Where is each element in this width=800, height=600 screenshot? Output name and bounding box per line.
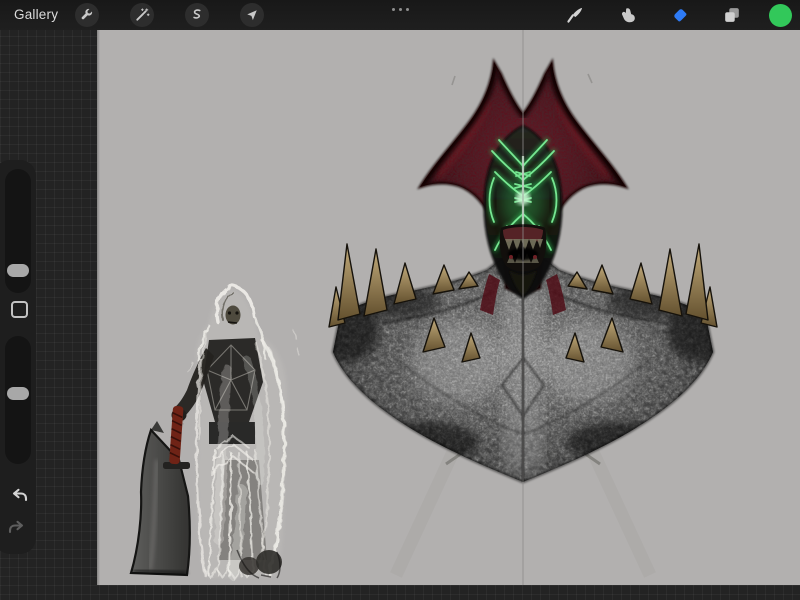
undo-arrow-icon <box>7 484 29 506</box>
drawing-canvas[interactable] <box>97 30 800 585</box>
transform-button[interactable] <box>240 3 264 27</box>
brush-icon <box>565 5 585 25</box>
opacity-handle[interactable] <box>7 387 29 400</box>
smudge-finger-icon <box>618 5 638 25</box>
sketch-tick-marks <box>452 74 592 85</box>
ghost-sword <box>131 406 190 575</box>
selection-s-icon <box>189 7 205 23</box>
wrench-icon <box>79 7 95 23</box>
opacity-slider[interactable] <box>5 336 31 464</box>
paint-tool-button[interactable] <box>563 3 587 27</box>
ghost-face <box>226 306 241 325</box>
magic-wand-icon <box>134 7 150 23</box>
artwork <box>97 30 800 585</box>
sidebar-panel <box>0 160 36 554</box>
actions-button[interactable] <box>75 3 99 27</box>
smudge-tool-button[interactable] <box>616 3 640 27</box>
layers-icon <box>722 5 742 25</box>
ghost-belt <box>209 422 255 444</box>
redo-button[interactable] <box>7 516 29 538</box>
eraser-tool-button[interactable] <box>668 3 692 27</box>
undo-button[interactable] <box>7 484 29 506</box>
modify-button[interactable] <box>11 301 28 318</box>
selection-button[interactable] <box>185 3 209 27</box>
sword-blade <box>131 430 190 575</box>
brush-size-handle[interactable] <box>7 264 29 277</box>
app-background: Gallery <box>0 0 800 600</box>
gallery-button[interactable]: Gallery <box>14 0 58 30</box>
adjustments-button[interactable] <box>130 3 154 27</box>
color-swatch-circle[interactable] <box>769 4 792 27</box>
canvas-edge-shadow <box>97 30 100 585</box>
transform-arrow-icon <box>244 7 260 23</box>
ellipsis-icon[interactable] <box>392 8 414 12</box>
layers-button[interactable] <box>720 3 744 27</box>
eraser-icon <box>670 5 690 25</box>
top-toolbar: Gallery <box>0 0 800 30</box>
ghost-figure <box>131 286 300 578</box>
redo-arrow-icon <box>7 516 29 538</box>
